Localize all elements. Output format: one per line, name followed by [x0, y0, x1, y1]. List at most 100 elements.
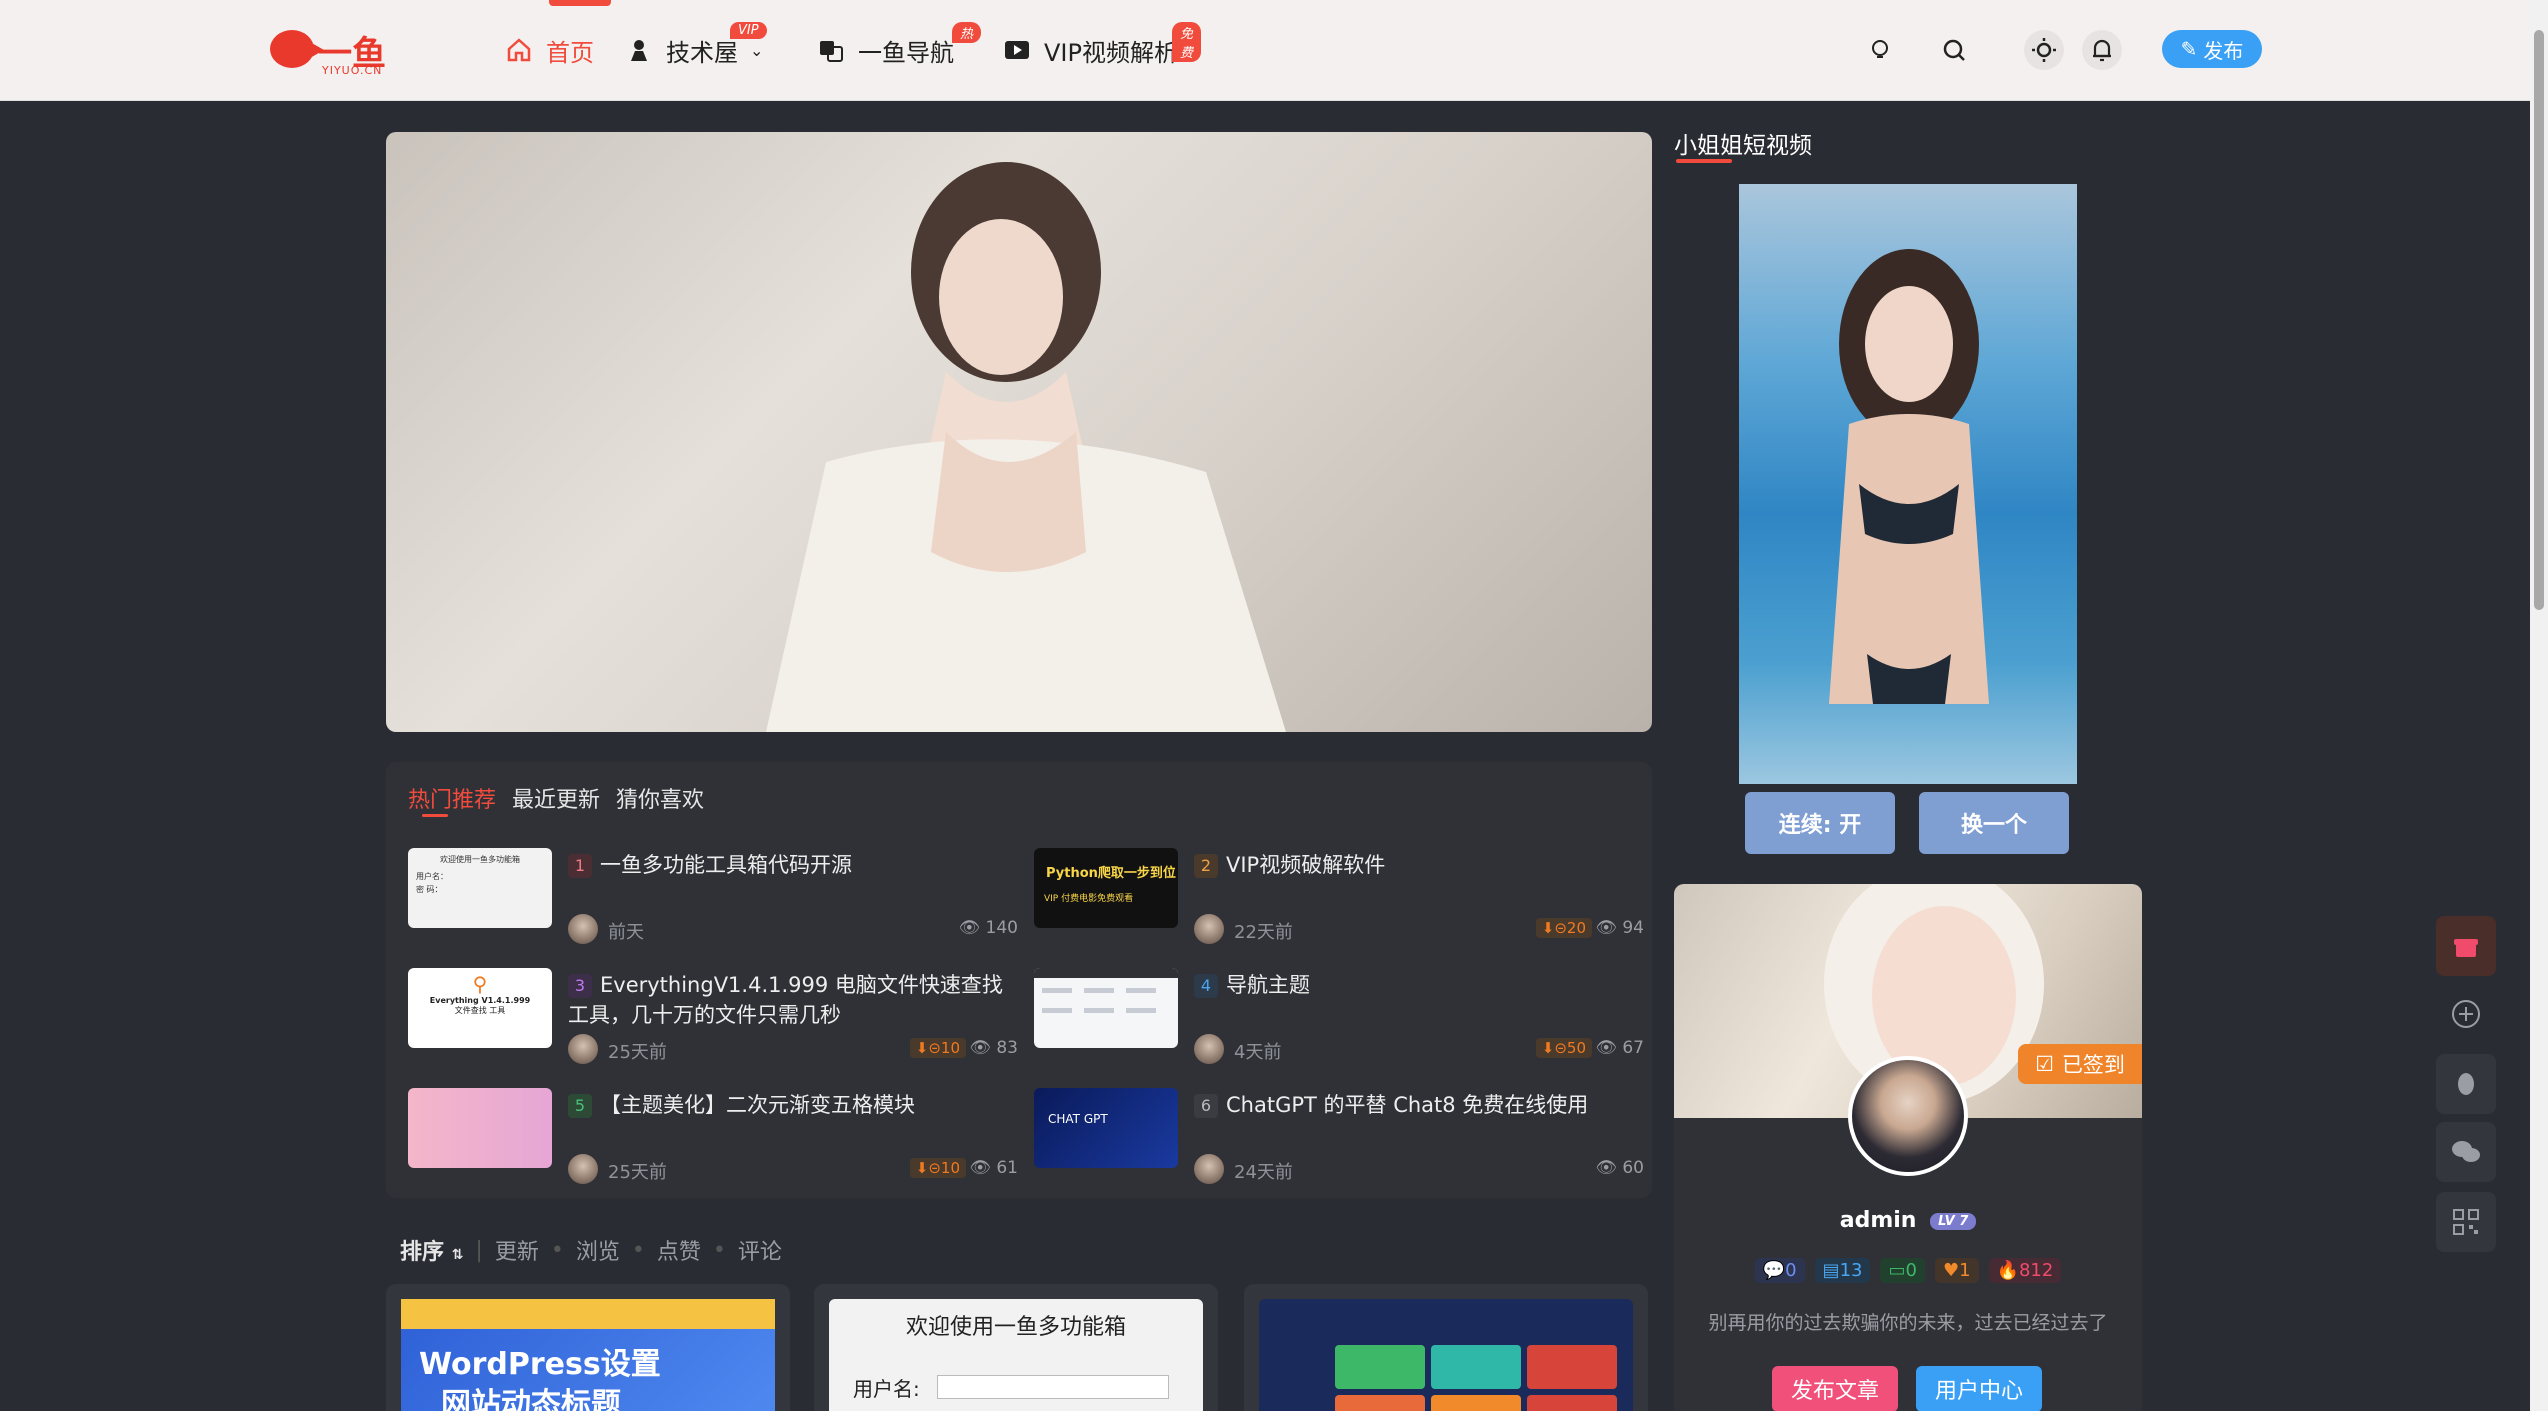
- post-time: 25天前: [608, 1162, 667, 1183]
- post-title[interactable]: 【主题美化】二次元渐变五格模块: [568, 1090, 1018, 1120]
- tab-underline: [422, 814, 448, 817]
- hot-badge: 热: [952, 22, 982, 43]
- list-item[interactable]: 欢迎使用一鱼多功能箱 用户名： 密 码： 1 一鱼多功能工具箱代码开源 前天 👁…: [408, 848, 1018, 944]
- gift-icon[interactable]: [2436, 916, 2496, 976]
- avatar[interactable]: [568, 914, 598, 944]
- avatar[interactable]: [568, 1154, 598, 1184]
- thumb-toolbox-title: 欢迎使用一鱼多功能箱: [440, 855, 520, 864]
- post-thumbnail[interactable]: [408, 1088, 552, 1168]
- site-logo[interactable]: 一鱼 YIYUO.CN: [270, 26, 400, 77]
- stat-articles-value: 13: [1839, 1260, 1863, 1281]
- download-count: 20: [1566, 919, 1586, 937]
- next-video-button[interactable]: 换一个: [1919, 792, 2069, 854]
- avatar[interactable]: [1194, 914, 1224, 944]
- publish-article-button[interactable]: 发布文章: [1772, 1366, 1898, 1411]
- thumb-toolbox-user: 用户名：: [416, 872, 448, 881]
- view-count-value: 83: [996, 1038, 1018, 1058]
- dot-separator: •: [631, 1237, 645, 1263]
- thumb-vip-text: VIP 付费电影免费观看: [1044, 894, 1134, 904]
- card-title-line1: WordPress设置: [419, 1347, 661, 1382]
- post-card[interactable]: [1244, 1284, 1648, 1411]
- publish-button[interactable]: ✎ 发布: [2162, 30, 2262, 68]
- tab-guess[interactable]: 猜你喜欢: [616, 782, 704, 814]
- qrcode-icon[interactable]: [2436, 1192, 2496, 1252]
- continuous-play-button[interactable]: 连续: 开: [1745, 792, 1895, 854]
- post-thumbnail[interactable]: [1034, 968, 1178, 1048]
- hero-banner-image[interactable]: [386, 132, 1652, 732]
- card-image[interactable]: 欢迎使用一鱼多功能箱 用户名:: [829, 1299, 1203, 1411]
- user-name[interactable]: admin: [1840, 1208, 1917, 1233]
- sort-option-views[interactable]: 浏览: [576, 1234, 620, 1266]
- stat-articles[interactable]: ▤13: [1814, 1258, 1871, 1283]
- view-count: 👁 94: [1595, 918, 1644, 938]
- active-nav-indicator: [549, 0, 611, 6]
- card-image[interactable]: WordPress设置 网站动态标题: [401, 1299, 775, 1411]
- signed-in-badge[interactable]: ☑ 已签到: [2018, 1044, 2142, 1084]
- nav-item-home[interactable]: 首页: [506, 28, 594, 72]
- avatar[interactable]: [568, 1034, 598, 1064]
- post-title[interactable]: EverythingV1.4.1.999 电脑文件快速查找工具，几十万的文件只需…: [568, 970, 1018, 1030]
- thumb-everything-sub: 文件查找 工具: [454, 1006, 506, 1015]
- avatar[interactable]: [1848, 1056, 1968, 1176]
- stat-comments-value: 0: [1785, 1260, 1797, 1281]
- post-title[interactable]: VIP视频破解软件: [1194, 850, 1644, 880]
- list-item[interactable]: 4 导航主题 4天前 ⬇⊝50 👁 67: [1034, 968, 1644, 1064]
- card-app-grid-illustration: [1335, 1345, 1617, 1411]
- post-card[interactable]: 欢迎使用一鱼多功能箱 用户名:: [814, 1284, 1218, 1411]
- qq-icon[interactable]: [2436, 1054, 2496, 1114]
- sort-option-likes[interactable]: 点赞: [657, 1234, 701, 1266]
- stat-likes[interactable]: ♥1: [1934, 1258, 1979, 1283]
- nav-item-navigation[interactable]: 一鱼导航 热: [818, 22, 982, 72]
- thumb-everything-text: Everything V1.4.1.999: [429, 996, 531, 1005]
- stat-comments[interactable]: 💬0: [1754, 1258, 1805, 1283]
- list-item[interactable]: 5 【主题美化】二次元渐变五格模块 25天前 ⬇⊝10 👁 61: [408, 1088, 1018, 1184]
- profile-name-row: admin LV 7: [1674, 1208, 2142, 1233]
- sort-option-comments[interactable]: 评论: [738, 1234, 782, 1266]
- tab-recent[interactable]: 最近更新: [512, 782, 600, 814]
- hot-tabs: 热门推荐 最近更新 猜你喜欢: [408, 782, 704, 814]
- avatar[interactable]: [1194, 1034, 1224, 1064]
- bulb-icon[interactable]: [1860, 30, 1900, 70]
- scrollbar-thumb[interactable]: [2534, 30, 2544, 610]
- list-item[interactable]: CHAT GPT 6 ChatGPT 的平替 Chat8 免费在线使用 24天前…: [1034, 1088, 1644, 1184]
- search-icon[interactable]: [1934, 30, 1974, 70]
- post-thumbnail[interactable]: CHAT GPT: [1034, 1088, 1178, 1168]
- post-thumbnail[interactable]: ⚲ Everything V1.4.1.999 文件查找 工具: [408, 968, 552, 1048]
- list-item[interactable]: ⚲ Everything V1.4.1.999 文件查找 工具 3 Everyt…: [408, 968, 1018, 1064]
- user-stats: 💬0 ▤13 ▭0 ♥1 🔥812: [1674, 1258, 2142, 1283]
- post-card[interactable]: WordPress设置 网站动态标题: [386, 1284, 790, 1411]
- post-thumbnail[interactable]: 欢迎使用一鱼多功能箱 用户名： 密 码：: [408, 848, 552, 928]
- list-item[interactable]: Python爬取一步到位 VIP 付费电影免费观看 2 VIP视频破解软件 22…: [1034, 848, 1644, 944]
- card-image[interactable]: [1259, 1299, 1633, 1411]
- eye-icon: 👁: [1595, 1158, 1617, 1178]
- logo-subtext: YIYUO.CN: [322, 64, 383, 77]
- divider: |: [475, 1237, 483, 1263]
- hot-posts-panel: 热门推荐 最近更新 猜你喜欢 欢迎使用一鱼多功能箱 用户名： 密 码： 1 一鱼…: [386, 762, 1652, 1198]
- tab-hot[interactable]: 热门推荐: [408, 782, 496, 814]
- page-scrollbar[interactable]: [2530, 0, 2548, 1411]
- add-circle-icon[interactable]: [2436, 984, 2496, 1044]
- pen-icon: ✎: [2180, 37, 2198, 61]
- nav-item-tech[interactable]: 技术屋 VIP ⌄: [626, 22, 767, 72]
- post-title[interactable]: 一鱼多功能工具箱代码开源: [568, 850, 1018, 880]
- theme-toggle-sun-icon[interactable]: [2024, 30, 2064, 70]
- sort-label[interactable]: 排序 ⇅: [400, 1234, 463, 1266]
- avatar[interactable]: [1194, 1154, 1224, 1184]
- sort-arrows-icon: ⇅: [451, 1247, 464, 1263]
- stat-popularity[interactable]: 🔥812: [1988, 1258, 2062, 1283]
- post-title[interactable]: 导航主题: [1194, 970, 1644, 1000]
- short-video-player[interactable]: [1739, 184, 2077, 784]
- stat-popularity-value: 812: [2018, 1260, 2054, 1281]
- dot-separator: •: [550, 1237, 564, 1263]
- sort-option-update[interactable]: 更新: [495, 1234, 539, 1266]
- bell-icon[interactable]: [2082, 30, 2122, 70]
- stat-messages[interactable]: ▭0: [1880, 1258, 1925, 1283]
- eye-icon: 👁: [958, 918, 981, 938]
- sort-bar: 排序 ⇅ | 更新 • 浏览 • 点赞 • 评论: [400, 1234, 782, 1266]
- nav-item-vip-video[interactable]: VIP视频解析 免费: [1004, 22, 1202, 72]
- post-thumbnail[interactable]: Python爬取一步到位 VIP 付费电影免费观看: [1034, 848, 1178, 928]
- download-badge: ⬇⊝10: [909, 1038, 966, 1058]
- post-title[interactable]: ChatGPT 的平替 Chat8 免费在线使用: [1194, 1090, 1644, 1120]
- wechat-icon[interactable]: [2436, 1122, 2496, 1182]
- user-center-button[interactable]: 用户中心: [1916, 1366, 2042, 1411]
